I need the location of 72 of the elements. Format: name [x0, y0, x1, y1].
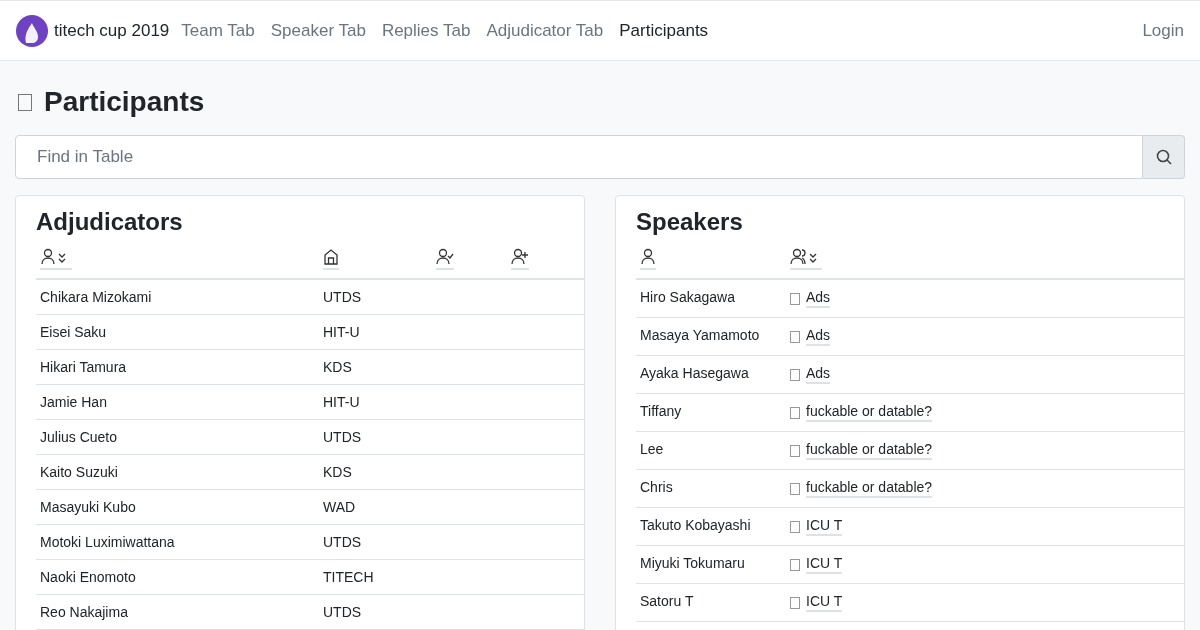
table-cell-text: Chikara Mizokami — [40, 287, 153, 307]
team-link[interactable]: fuckable or datable? — [806, 403, 933, 422]
search-button[interactable] — [1143, 135, 1185, 179]
login-link[interactable]: Login — [1142, 17, 1184, 44]
missing-glyph-icon — [790, 520, 800, 533]
table-cell-text: UTDS — [323, 532, 362, 552]
table-cell-text: Miyuki Tokumaru — [640, 554, 746, 573]
table-cell-text: Jamie Han — [40, 392, 108, 412]
team-link[interactable]: Ads — [806, 327, 831, 346]
brand-link[interactable]: titech cup 2019 — [54, 17, 170, 44]
logo-icon[interactable] — [16, 14, 48, 47]
home-icon — [323, 248, 339, 266]
table-cell-text: Takuto Kobayashi — [640, 516, 752, 535]
nav-link[interactable]: Adjudicator Tab — [486, 17, 604, 44]
adjudicator-add-column-header[interactable] — [511, 248, 529, 270]
team-link[interactable]: Ads — [806, 365, 831, 384]
missing-glyph-icon — [790, 558, 800, 571]
institution-column-header[interactable] — [323, 248, 339, 270]
table-cell-text: UTDS — [323, 602, 362, 622]
table-cell-text: TITECH — [323, 567, 374, 587]
person-add-icon — [511, 248, 529, 266]
table-cell-text: KDS — [323, 357, 352, 377]
card-title: Adjudicators — [36, 207, 184, 237]
team-link[interactable]: ICU T — [806, 517, 843, 536]
search-icon — [1154, 148, 1173, 166]
table-cell-text: UTDS — [323, 427, 362, 447]
missing-glyph-icon — [790, 330, 800, 343]
missing-glyph-icon — [790, 596, 800, 609]
team-link[interactable]: Ads — [806, 289, 831, 308]
table-cell-text: WAD — [323, 497, 356, 517]
team-link[interactable]: ICU T — [806, 555, 843, 574]
person-icon — [640, 248, 656, 266]
page-title: Participants — [44, 85, 205, 119]
missing-glyph-icon — [18, 93, 32, 111]
missing-glyph-icon — [790, 444, 800, 457]
missing-glyph-icon — [790, 292, 800, 305]
card-title: Speakers — [636, 207, 744, 237]
nav-link[interactable]: Participants — [619, 17, 709, 44]
table-cell-text: Ayaka Hasegawa — [640, 364, 750, 383]
name-column-header[interactable] — [40, 248, 72, 270]
table-cell-text: Naoki Enomoto — [40, 567, 137, 587]
table-cell-text: Chris — [640, 478, 674, 497]
table-cell-text: Masayuki Kubo — [40, 497, 137, 517]
table-cell-text: UTDS — [323, 287, 362, 307]
team-column-header[interactable] — [790, 248, 822, 270]
table-cell-text: Reo Nakajima — [40, 602, 129, 622]
table-cell-text: Hiro Sakagawa — [640, 288, 736, 307]
table-cell-text: KDS — [323, 462, 352, 482]
table-cell-text: HIT-U — [323, 322, 360, 342]
nav-link[interactable]: Team Tab — [181, 17, 255, 44]
table-cell-text: Masaya Yamamoto — [640, 326, 761, 345]
table-cell-text: Eisei Saku — [40, 322, 108, 342]
table-cell-text: Kaito Suzuki — [40, 462, 119, 482]
name-column-header[interactable] — [640, 248, 656, 270]
team-link[interactable]: fuckable or datable? — [806, 441, 933, 460]
adjudicator-check-column-header[interactable] — [436, 248, 454, 270]
team-link[interactable]: fuckable or datable? — [806, 479, 933, 498]
missing-glyph-icon — [790, 482, 800, 495]
table-cell-text: Julius Cueto — [40, 427, 119, 447]
table-cell-text: Lee — [640, 440, 665, 459]
missing-glyph-icon — [790, 406, 800, 419]
nav-link[interactable]: Replies Tab — [381, 17, 471, 44]
team-link[interactable]: ICU T — [806, 593, 843, 612]
person-check-icon — [436, 248, 454, 266]
table-cell-text: Satoru T — [640, 592, 695, 611]
search-field[interactable]: Find in Table — [15, 135, 1143, 179]
nav-link[interactable]: Speaker Tab — [270, 17, 366, 44]
table-cell-text: Tiffany — [640, 402, 683, 421]
table-cell-text: Motoki Luximiwattana — [40, 532, 176, 552]
missing-glyph-icon — [790, 368, 800, 381]
table-cell-text: HIT-U — [323, 392, 360, 412]
table-cell-text: Hikari Tamura — [40, 357, 128, 377]
